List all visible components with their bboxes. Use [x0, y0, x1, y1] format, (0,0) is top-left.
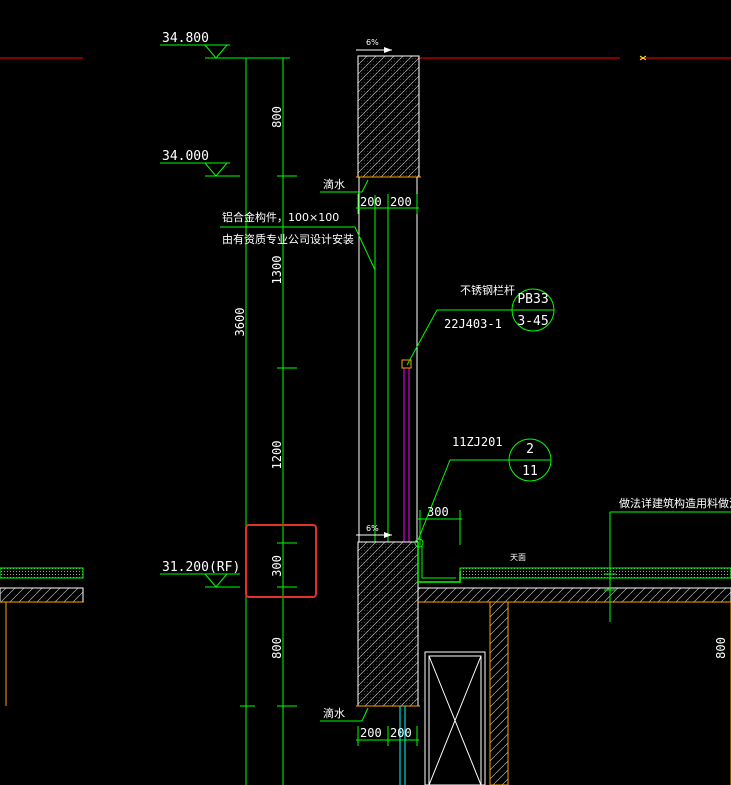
elevation-roof-label: 31.200(RF) — [162, 560, 240, 575]
construction-note-text: 做法详建筑构造用料做法 — [619, 496, 731, 510]
detail-callout: 11ZJ201 2 11 — [417, 435, 552, 541]
railing-callout: 不锈钢栏杆 22J403-1 PB33 3-45 — [406, 283, 555, 366]
slope-top-label: 6% — [366, 38, 379, 47]
elevation-marker-mid: 34.000 — [160, 149, 240, 177]
detail-ref-code: 11ZJ201 — [452, 435, 503, 449]
cad-section-drawing: 34.800 34.000 31.200(RF) 800 1300 3600 1… — [0, 31, 731, 785]
interior-column — [489, 601, 731, 785]
detail-ref-bottom: 11 — [522, 464, 538, 479]
slope-bottom-label: 6% — [366, 524, 379, 533]
railing-ref-bottom: 3-45 — [517, 314, 548, 329]
construction-note: 做法详建筑构造用料做法 — [604, 496, 731, 622]
dim-3600: 3600 — [233, 308, 247, 337]
railing-ref-top: PB33 — [517, 292, 548, 307]
vertical-dimension-chain — [240, 57, 297, 785]
dim-800-bottom: 800 — [270, 637, 284, 659]
elevation-marker-top: 34.800 — [160, 31, 240, 59]
roof-slab-left — [0, 567, 84, 706]
gutter-300-text: 300 — [427, 505, 449, 519]
dim-800-top: 800 — [270, 106, 284, 128]
width-dimensions-upper: 200 200 — [356, 194, 419, 214]
drip-label-bottom: 滴水 — [320, 706, 369, 722]
roof-surface-label: 天面 — [510, 553, 526, 562]
dim-1200: 1200 — [270, 441, 284, 470]
elevation-mid-label: 34.000 — [162, 149, 209, 164]
width-200-a: 200 — [360, 195, 382, 209]
elevation-top-label: 34.800 — [162, 31, 209, 46]
elevation-marker-roof: 31.200(RF) — [160, 560, 240, 588]
detail-ref-top: 2 — [526, 442, 534, 457]
width-200-d: 200 — [390, 726, 412, 740]
width-200-c: 200 — [360, 726, 382, 740]
aluminum-text-line2: 由有资质专业公司设计安装 — [222, 232, 354, 246]
upper-concrete-beam — [356, 55, 421, 178]
dim-800-right: 800 — [714, 637, 728, 659]
railing — [401, 359, 412, 542]
railing-label-text: 不锈钢栏杆 — [460, 283, 515, 297]
drip-bottom-text: 滴水 — [323, 706, 345, 720]
aluminum-annotation: 铝合金构件，100×100 由有资质专业公司设计安装 — [220, 210, 376, 271]
drip-top-text: 滴水 — [323, 177, 345, 191]
dim-1300: 1300 — [270, 256, 284, 285]
dim-300: 300 — [270, 555, 284, 577]
gutter-waterproof — [414, 538, 461, 583]
width-200-b: 200 — [390, 195, 412, 209]
railing-ref-code: 22J403-1 — [444, 317, 502, 331]
slope-indicator-bottom: 6% — [356, 524, 392, 538]
aluminum-text-line1: 铝合金构件，100×100 — [222, 210, 339, 224]
lower-parapet-concrete — [356, 541, 420, 707]
slope-indicator-top: 6% — [356, 38, 392, 53]
drip-label-top: 滴水 — [320, 177, 369, 193]
gutter-dimension: 300 — [418, 505, 462, 545]
width-dimensions-lower: 200 200 — [356, 726, 419, 746]
downpipe — [399, 706, 406, 785]
door-opening — [424, 651, 486, 785]
roof-slab-right: 天面 — [417, 553, 731, 603]
